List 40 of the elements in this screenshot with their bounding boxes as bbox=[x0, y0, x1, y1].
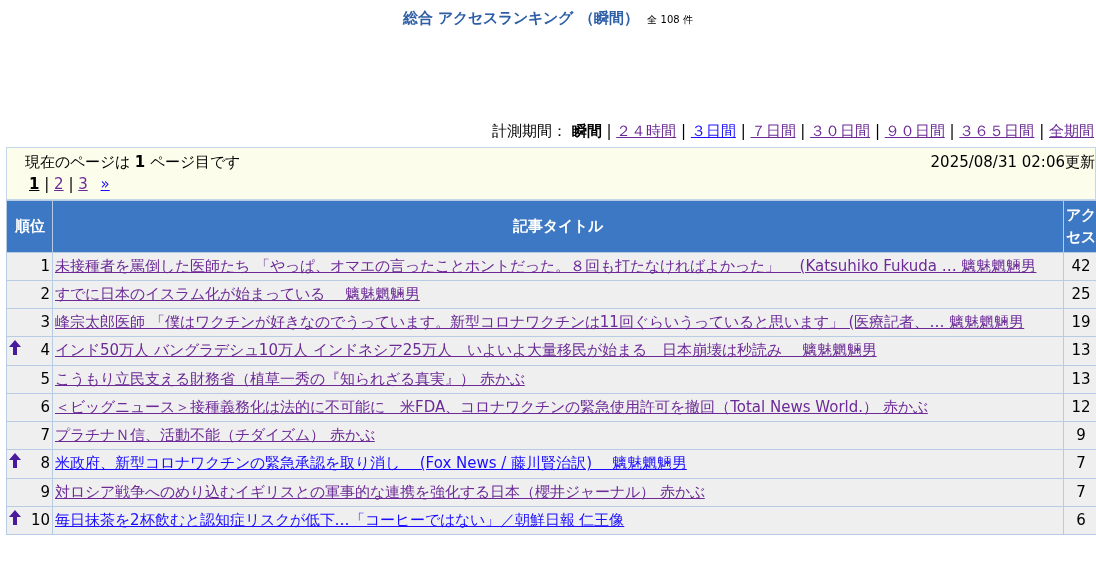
rank-number: 1 bbox=[40, 256, 50, 275]
rank-number: 3 bbox=[40, 313, 50, 331]
separator: | bbox=[68, 175, 74, 193]
article-link[interactable]: プラチナＮ信、活動不能（チダイズム） 赤かぶ bbox=[55, 426, 375, 444]
period-label: 計測期間： bbox=[491, 122, 567, 140]
pager-link[interactable]: 2 bbox=[54, 175, 64, 193]
separator: | bbox=[800, 122, 806, 140]
period-link[interactable]: 全期間 bbox=[1049, 122, 1094, 140]
separator: | bbox=[874, 122, 880, 140]
result-count: 全 108 件 bbox=[647, 14, 693, 25]
period-option[interactable]: 瞬間 bbox=[571, 122, 602, 140]
page-title: 総合 アクセスランキング （瞬間） bbox=[403, 9, 639, 27]
rank-number: 8 bbox=[40, 454, 50, 473]
separator: | bbox=[1039, 122, 1045, 140]
rank-number: 10 bbox=[30, 510, 50, 529]
rank-number: 7 bbox=[40, 426, 50, 444]
pager-link[interactable]: 3 bbox=[78, 175, 88, 193]
pager-current[interactable]: 1 bbox=[29, 175, 40, 193]
period-link[interactable]: ９０日間 bbox=[884, 122, 945, 140]
separator: | bbox=[949, 122, 955, 140]
period-link[interactable]: ７日間 bbox=[750, 122, 796, 140]
separator: | bbox=[44, 175, 50, 193]
rank-number: 4 bbox=[40, 341, 50, 360]
column-header: アクセス bbox=[1063, 200, 1096, 252]
next-page-link[interactable]: » bbox=[100, 175, 110, 193]
period-link[interactable]: ３０日間 bbox=[810, 122, 871, 140]
rank-number: 9 bbox=[40, 482, 50, 501]
rank-number: 2 bbox=[40, 284, 50, 303]
rank-number: 5 bbox=[40, 369, 50, 388]
period-link[interactable]: ３日間 bbox=[690, 122, 736, 140]
period-link[interactable]: ２４時間 bbox=[616, 122, 677, 140]
column-header: 記事タイトル bbox=[52, 200, 1064, 252]
page-status-text: 現在のページは 1 ページ目です bbox=[25, 151, 240, 173]
column-header: 順位 bbox=[6, 200, 53, 252]
period-link[interactable]: ３６５日間 bbox=[959, 122, 1035, 140]
separator: | bbox=[681, 122, 687, 140]
updated-time: 2025/08/31 02:06更新 bbox=[930, 151, 1095, 173]
separator: | bbox=[740, 122, 746, 140]
rank-number: 6 bbox=[40, 397, 50, 416]
separator: | bbox=[606, 122, 612, 140]
